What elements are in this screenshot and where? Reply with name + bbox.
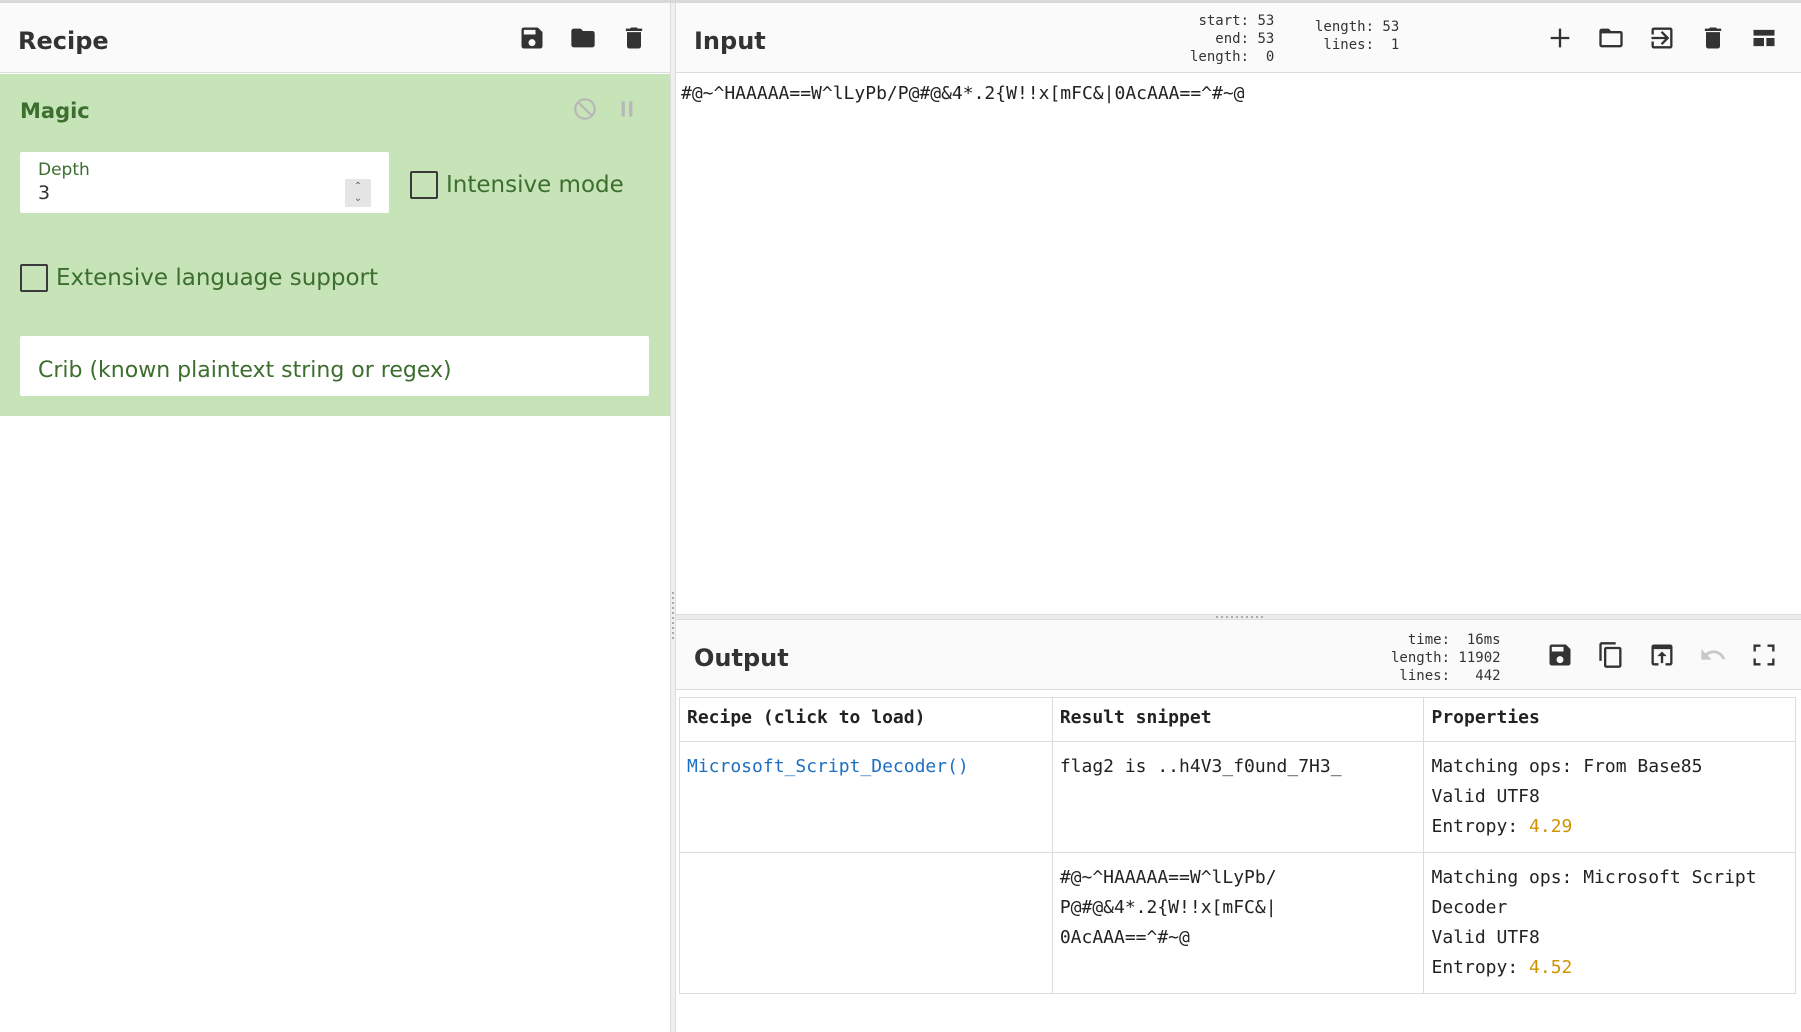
- entropy-label: Entropy:: [1431, 816, 1530, 837]
- recipe-title: Recipe: [18, 27, 109, 55]
- undo-icon: [1701, 649, 1726, 660]
- depth-label: Depth: [38, 160, 90, 180]
- save-icon: [521, 27, 543, 49]
- matching-ops: Matching ops: From Base85: [1431, 756, 1703, 777]
- output-header: Output time: 16ms length: 11902 lines: 4…: [676, 620, 1801, 690]
- operation-title: Magic: [20, 99, 90, 123]
- copy-icon: [1599, 642, 1622, 668]
- depth-field[interactable]: Depth 3 ⌃ ⌄: [20, 152, 389, 213]
- open-folder-button[interactable]: [1593, 20, 1629, 56]
- trash-icon: [1704, 27, 1722, 49]
- chevron-up-icon[interactable]: ⌃: [354, 181, 362, 193]
- extensive-language-option[interactable]: Extensive language support: [20, 264, 378, 292]
- save-output-button[interactable]: [1542, 637, 1578, 673]
- entropy-value: 4.52: [1529, 957, 1573, 978]
- recipe-cell: [679, 852, 1053, 994]
- fullscreen-icon: [1753, 644, 1775, 666]
- crib-input[interactable]: Crib (known plaintext string or regex): [20, 336, 649, 396]
- pause-operation-button[interactable]: [612, 94, 642, 124]
- save-icon: [1549, 644, 1571, 666]
- copy-output-button[interactable]: [1593, 637, 1629, 673]
- layout-icon: [1753, 29, 1775, 47]
- undo-button[interactable]: [1695, 637, 1731, 673]
- input-textarea[interactable]: #@~^HAAAAA==W^lLyPb/P@#@&4*.2{W!!x[mFC&|…: [681, 83, 1245, 104]
- folder-outline-icon: [1599, 28, 1623, 48]
- snippet-cell: flag2 is ..h4V3_f0und_7H3_: [1051, 741, 1425, 853]
- properties-cell: Matching ops: Microsoft Script Decoder V…: [1423, 852, 1796, 994]
- open-file-button[interactable]: [1644, 20, 1680, 56]
- valid-utf8: Valid UTF8: [1431, 927, 1540, 948]
- input-selection-stats: start: 53 end: 53 length: 0: [1190, 13, 1275, 65]
- output-stats: time: 16ms length: 11902 lines: 442: [1391, 632, 1501, 684]
- input-pane: Input start: 53 end: 53 length: 0 length…: [676, 3, 1801, 614]
- extensive-language-checkbox[interactable]: [20, 264, 48, 292]
- entropy: Entropy: 4.52: [1431, 953, 1788, 983]
- input-length-stats: length: 53 lines: 1: [1315, 19, 1400, 53]
- trash-icon: [625, 27, 643, 49]
- drag-handle-vertical[interactable]: [672, 592, 674, 640]
- replace-input-button[interactable]: [1644, 637, 1680, 673]
- reset-layout-button[interactable]: [1746, 20, 1782, 56]
- add-input-tab-button[interactable]: [1542, 20, 1578, 56]
- clear-recipe-button[interactable]: [616, 20, 652, 56]
- open-in-new-icon: [1651, 644, 1673, 666]
- table-row: Microsoft_Script_Decoder() flag2 is ..h4…: [679, 741, 1796, 853]
- table-header-row: Recipe (click to load) Result snippet Pr…: [679, 697, 1796, 742]
- maximise-output-button[interactable]: [1746, 637, 1782, 673]
- properties-cell: Matching ops: From Base85 Valid UTF8 Ent…: [1423, 741, 1796, 853]
- entropy-label: Entropy:: [1431, 957, 1530, 978]
- recipe-pane: Recipe Magic Depth 3 ⌃ ⌄ Intensive mode …: [0, 3, 670, 1032]
- folder-icon: [571, 28, 595, 48]
- intensive-mode-option[interactable]: Intensive mode: [410, 171, 624, 199]
- valid-utf8: Valid UTF8: [1431, 786, 1540, 807]
- depth-spinner[interactable]: ⌃ ⌄: [345, 179, 371, 207]
- output-pane: Output time: 16ms length: 11902 lines: 4…: [676, 620, 1801, 1032]
- drag-handle-horizontal[interactable]: [1216, 616, 1264, 618]
- magic-operation: Magic Depth 3 ⌃ ⌄ Intensive mode Extensi…: [0, 74, 670, 416]
- column-header-recipe: Recipe (click to load): [679, 697, 1053, 742]
- matching-ops: Matching ops: Microsoft Script Decoder: [1431, 867, 1757, 918]
- intensive-mode-label: Intensive mode: [446, 172, 624, 198]
- disable-operation-button[interactable]: [570, 94, 600, 124]
- snippet-cell: #@~^HAAAAA==W^lLyPb/ P@#@&4*.2{W!!x[mFC&…: [1051, 852, 1425, 994]
- chevron-down-icon[interactable]: ⌄: [354, 193, 362, 205]
- input-title: Input: [694, 27, 766, 55]
- entropy: Entropy: 4.29: [1431, 812, 1788, 842]
- save-recipe-button[interactable]: [514, 20, 550, 56]
- recipe-cell: Microsoft_Script_Decoder(): [679, 741, 1053, 853]
- table-row: #@~^HAAAAA==W^lLyPb/ P@#@&4*.2{W!!x[mFC&…: [679, 852, 1796, 994]
- input-header: Input start: 53 end: 53 length: 0 length…: [676, 3, 1801, 73]
- extensive-language-label: Extensive language support: [56, 265, 379, 291]
- pause-icon: [621, 101, 633, 117]
- depth-value[interactable]: 3: [38, 182, 50, 204]
- clear-input-button[interactable]: [1695, 20, 1731, 56]
- recipe-header: Recipe: [0, 3, 670, 73]
- entropy-value: 4.29: [1529, 816, 1573, 837]
- magic-results-table: Recipe (click to load) Result snippet Pr…: [679, 697, 1796, 994]
- column-header-properties: Properties: [1423, 697, 1796, 742]
- plus-icon: [1550, 28, 1570, 48]
- load-recipe-link[interactable]: Microsoft_Script_Decoder(): [687, 756, 969, 777]
- output-title: Output: [694, 644, 789, 672]
- input-arrow-icon: [1651, 27, 1673, 49]
- disable-icon: [574, 98, 596, 120]
- intensive-mode-checkbox[interactable]: [410, 171, 438, 199]
- column-header-snippet: Result snippet: [1051, 697, 1425, 742]
- load-recipe-button[interactable]: [565, 20, 601, 56]
